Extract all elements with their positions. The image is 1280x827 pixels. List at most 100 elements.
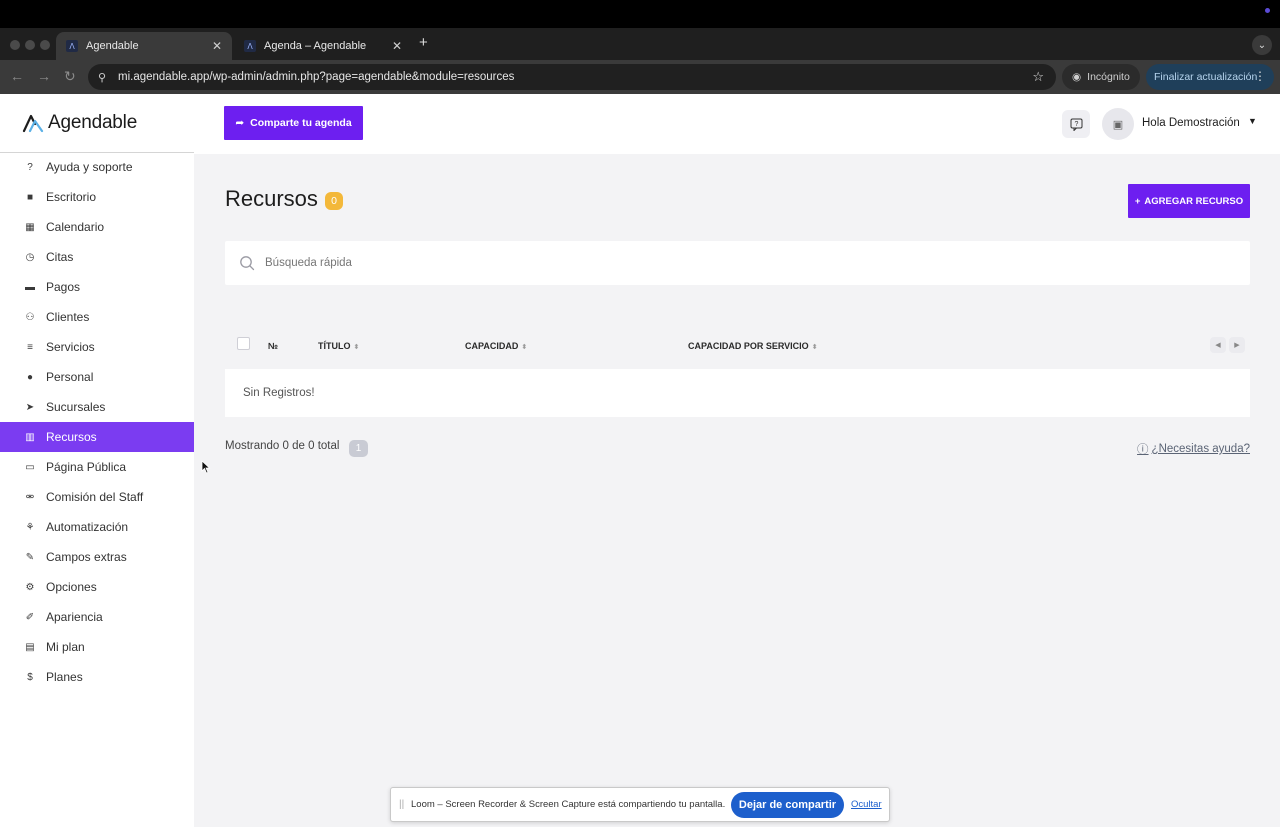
dollar-icon: $ xyxy=(27,671,33,683)
finish-update-button[interactable]: Finalizar actualización ⋮ xyxy=(1146,64,1274,90)
search-input[interactable] xyxy=(265,251,1225,275)
logo-text: Agendable xyxy=(48,112,138,133)
close-tab-icon[interactable]: ✕ xyxy=(392,39,402,53)
sidebar-item-sucursales[interactable]: ➤ Sucursales xyxy=(0,392,194,422)
drag-handle-icon[interactable]: || xyxy=(399,799,405,810)
sidebar: Agendable ? Ayuda y soporte ■ Escritorio ▦ Ca… xyxy=(0,94,194,827)
sidebar-item-label: Campos extras xyxy=(46,550,127,564)
svg-text:?: ? xyxy=(1074,121,1078,128)
sidebar-item-clientes[interactable]: ⚇ Clientes xyxy=(0,302,194,332)
browser-tab-agenda[interactable]: Λ Agenda – Agendable ✕ xyxy=(234,32,412,60)
help-chat-icon[interactable]: ? xyxy=(1062,110,1090,138)
magic-wand-icon: ✎ xyxy=(25,551,35,563)
empty-message: Sin Registros! xyxy=(243,387,315,399)
laptop-icon: ▭ xyxy=(25,461,35,473)
sidebar-item-escritorio[interactable]: ■ Escritorio xyxy=(0,182,194,212)
folder-icon: ▬ xyxy=(25,281,35,293)
share-agenda-button[interactable]: ➦ Comparte tu agenda xyxy=(224,106,363,140)
update-label: Finalizar actualización xyxy=(1154,71,1258,83)
sidebar-item-calendario[interactable]: ▦ Calendario xyxy=(0,212,194,242)
sidebar-item-servicios[interactable]: ≡ Servicios xyxy=(0,332,194,362)
need-help-link[interactable]: ⓘ ¿Necesitas ayuda? xyxy=(1137,441,1250,457)
sidebar-item-label: Ayuda y soporte xyxy=(46,160,133,174)
chevron-down-icon[interactable]: ▼ xyxy=(1248,116,1257,126)
calendar-icon: ▦ xyxy=(25,221,35,233)
sidebar-item-mi-plan[interactable]: ▤ Mi plan xyxy=(0,632,194,662)
reload-icon[interactable]: ↻ xyxy=(64,68,76,85)
need-help-label: ¿Necesitas ayuda? xyxy=(1151,443,1250,455)
window-minimize-dot[interactable] xyxy=(25,40,35,50)
table-header: № TÍTULO ⬍ CAPACIDAD ⬍ CAPACIDAD POR SERVI… xyxy=(225,327,1250,363)
close-tab-icon[interactable]: ✕ xyxy=(212,39,222,53)
column-capacity[interactable]: CAPACIDAD ⬍ xyxy=(465,341,527,351)
column-capacity-label: CAPACIDAD xyxy=(465,341,519,351)
window-close-dot[interactable] xyxy=(10,40,20,50)
sidebar-item-comision-del-staff[interactable]: ⚮ Comisión del Staff xyxy=(0,482,194,512)
search-icon xyxy=(240,256,255,271)
sidebar-item-planes[interactable]: $ Planes xyxy=(0,662,194,692)
sidebar-item-label: Opciones xyxy=(46,580,97,594)
browser-tab-agendable[interactable]: Λ Agendable ✕ xyxy=(56,32,232,60)
incognito-label: Incógnito xyxy=(1087,71,1130,83)
tab-search-chevron-icon[interactable]: ⌄ xyxy=(1252,35,1272,55)
user-icon: ● xyxy=(26,371,34,383)
new-tab-plus-icon[interactable]: + xyxy=(419,34,428,51)
column-title[interactable]: TÍTULO ⬍ xyxy=(318,341,359,351)
sidebar-item-opciones[interactable]: ⚙ Opciones xyxy=(0,572,194,602)
scroll-left-icon[interactable]: ◀ xyxy=(1210,337,1226,353)
column-capacity-per-service[interactable]: CAPACIDAD POR SERVICIO ⬍ xyxy=(688,341,818,351)
mouse-cursor-icon xyxy=(201,460,211,474)
table-footer: Mostrando 0 de 0 total 1 ⓘ ¿Necesitas ay… xyxy=(225,440,1250,457)
page-title: Recursos xyxy=(225,186,318,211)
brush-icon: ✐ xyxy=(25,611,35,623)
browser-address-bar: ← → ↻ ⚲ mi.agendable.app/wp-admin/admin.… xyxy=(0,60,1280,94)
back-arrow-icon[interactable]: ← xyxy=(10,68,24,84)
sidebar-item-campos-extras[interactable]: ✎ Campos extras xyxy=(0,542,194,572)
speech-bubble-question-icon: ? xyxy=(1070,118,1082,131)
question-circle-icon: ⓘ xyxy=(1137,444,1149,456)
clock-icon: ◷ xyxy=(25,251,35,263)
sidebar-item-ayuda-y-soporte[interactable]: ? Ayuda y soporte xyxy=(0,152,194,182)
select-all-checkbox[interactable] xyxy=(237,337,250,350)
sidebar-item-automatizacion[interactable]: ⚘ Automatización xyxy=(0,512,194,542)
agendable-logo[interactable]: Agendable xyxy=(22,112,137,134)
tab-title: Agenda – Agendable xyxy=(264,40,367,52)
empty-table-row: Sin Registros! xyxy=(225,369,1250,417)
sidebar-item-label: Citas xyxy=(46,250,74,264)
sidebar-item-personal[interactable]: ● Personal xyxy=(0,362,194,392)
user-greeting[interactable]: Hola Demostración xyxy=(1142,117,1240,129)
sidebar-item-recursos[interactable]: ▥ Recursos xyxy=(0,422,194,452)
sidebar-item-apariencia[interactable]: ✐ Apariencia xyxy=(0,602,194,632)
location-arrow-icon: ➤ xyxy=(25,401,35,413)
hide-notification-link[interactable]: Ocultar xyxy=(851,799,882,810)
bookmark-star-icon[interactable]: ☆ xyxy=(1032,69,1044,85)
sidebar-item-pagos[interactable]: ▬ Pagos xyxy=(0,272,194,302)
scroll-right-icon[interactable]: ▶ xyxy=(1229,337,1245,353)
window-zoom-dot[interactable] xyxy=(40,40,50,50)
browser-menu-icon[interactable]: ⋮ xyxy=(1254,69,1266,83)
browser-tab-bar: Λ Agendable ✕ Λ Agenda – Agendable ✕ xyxy=(0,28,1280,60)
user-avatar[interactable]: ▣ xyxy=(1102,108,1134,140)
sidebar-item-citas[interactable]: ◷ Citas xyxy=(0,242,194,272)
share-label: Comparte tu agenda xyxy=(250,117,352,129)
screen-share-message: Loom – Screen Recorder & Screen Capture … xyxy=(411,799,726,810)
column-number[interactable]: № xyxy=(268,341,278,351)
gear-icon: ⚙ xyxy=(25,581,35,593)
add-resource-button[interactable]: + AGREGAR RECURSO xyxy=(1128,184,1250,218)
sidebar-item-label: Sucursales xyxy=(46,400,106,414)
topbar: ➦ Comparte tu agenda ? ▣ Hola Demostraci… xyxy=(194,94,1280,154)
site-settings-icon[interactable]: ⚲ xyxy=(98,71,106,84)
credit-card-icon: ▤ xyxy=(25,641,35,653)
sidebar-item-label: Recursos xyxy=(46,430,97,444)
handshake-icon: ⚮ xyxy=(25,491,35,503)
resource-count-badge: 0 xyxy=(325,192,343,210)
forward-arrow-icon[interactable]: → xyxy=(37,68,51,84)
incognito-indicator[interactable]: ◉ Incógnito xyxy=(1062,64,1140,90)
page-number-button[interactable]: 1 xyxy=(349,440,368,457)
stop-sharing-button[interactable]: Dejar de compartir xyxy=(731,792,844,818)
sidebar-item-pagina-publica[interactable]: ▭ Página Pública xyxy=(0,452,194,482)
tab-title: Agendable xyxy=(86,40,139,52)
sort-icon: ⬍ xyxy=(353,344,360,351)
url-field[interactable]: ⚲ mi.agendable.app/wp-admin/admin.php?pa… xyxy=(88,64,1056,90)
agendable-logo-icon xyxy=(22,114,44,133)
